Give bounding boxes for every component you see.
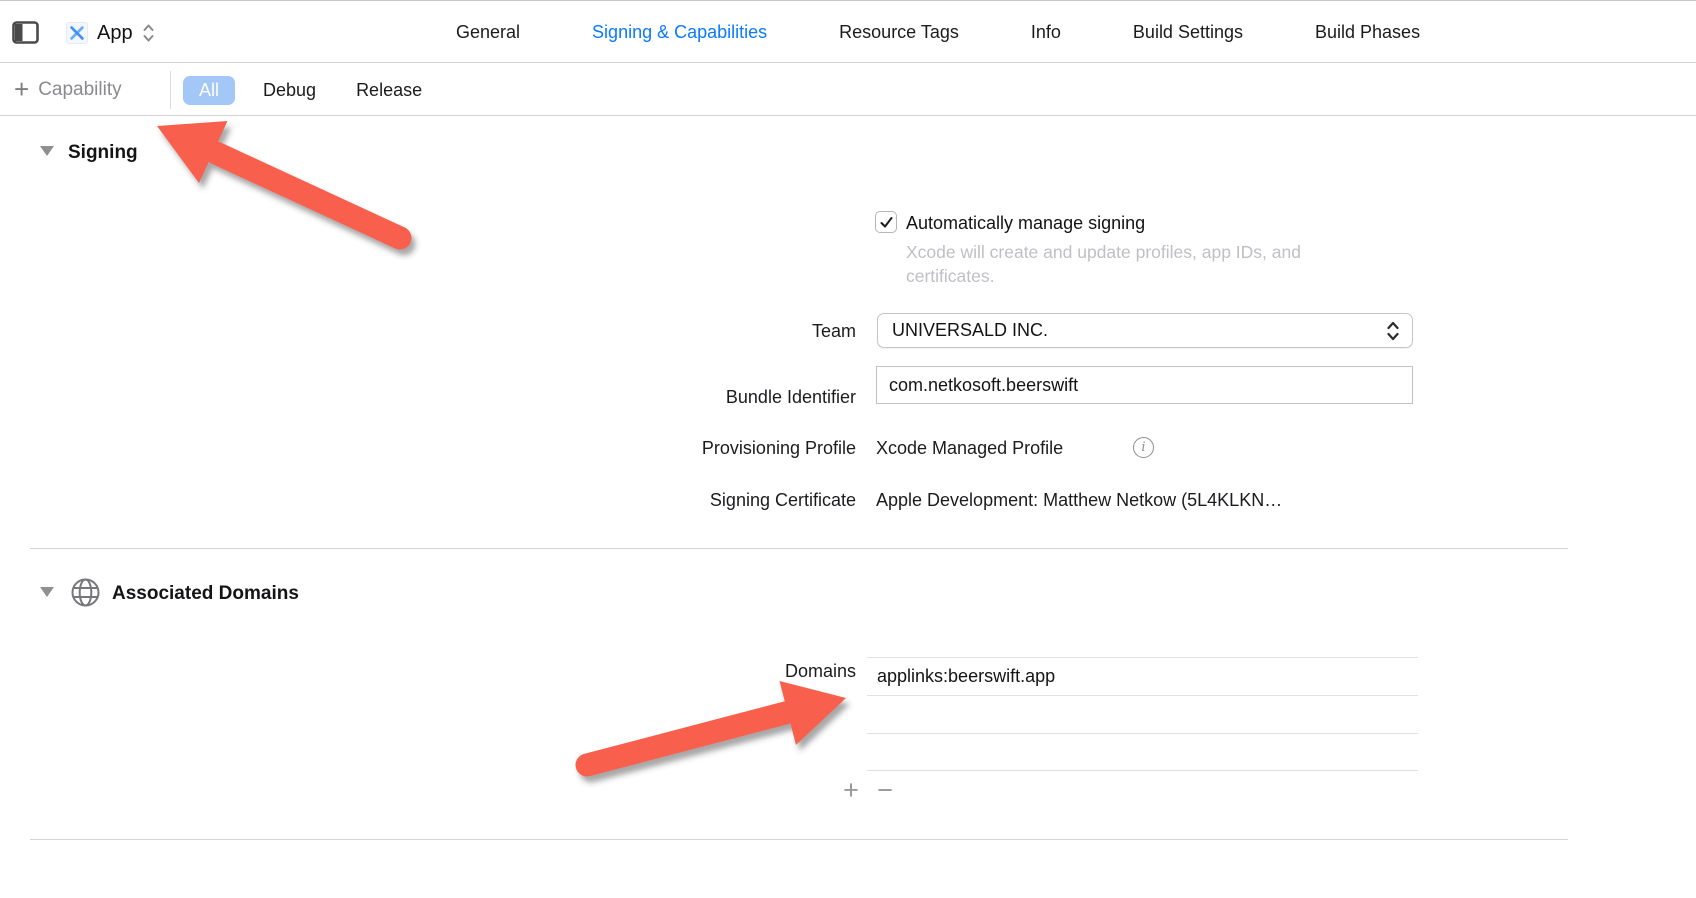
- signing-certificate-value: Apple Development: Matthew Netkow (5L4KL…: [876, 490, 1282, 511]
- filter-release[interactable]: Release: [344, 76, 434, 105]
- auto-manage-signing-checkbox[interactable]: [875, 211, 897, 233]
- tab-general[interactable]: General: [456, 22, 520, 43]
- add-capability-button[interactable]: + Capability: [14, 64, 122, 116]
- app-target-icon: [66, 22, 88, 44]
- team-value: UNIVERSALD INC.: [892, 320, 1386, 341]
- target-selector[interactable]: App: [66, 13, 155, 53]
- signing-section-title: Signing: [68, 142, 138, 164]
- bundle-identifier-label: Bundle Identifier: [560, 387, 856, 408]
- tab-info[interactable]: Info: [1031, 22, 1061, 43]
- auto-manage-signing-label: Automatically manage signing: [906, 213, 1145, 234]
- configuration-filter: All Debug Release: [183, 64, 434, 116]
- tab-build-phases[interactable]: Build Phases: [1315, 22, 1420, 43]
- filter-debug[interactable]: Debug: [251, 76, 328, 105]
- domains-label: Domains: [560, 661, 856, 682]
- team-label: Team: [560, 321, 856, 342]
- domain-row[interactable]: applinks:beerswift.app: [867, 657, 1418, 695]
- arrow-to-domains-field: [587, 711, 793, 765]
- plus-icon: +: [14, 76, 29, 102]
- info-icon[interactable]: i: [1133, 437, 1154, 458]
- editor-tabs: General Signing & Capabilities Resource …: [456, 1, 1420, 63]
- sidebar-toggle-icon[interactable]: [12, 21, 39, 44]
- associated-domains-section-title: Associated Domains: [112, 583, 299, 605]
- signing-certificate-label: Signing Certificate: [560, 490, 856, 511]
- tab-build-settings[interactable]: Build Settings: [1133, 22, 1243, 43]
- arrow-to-capability-button: [216, 153, 400, 238]
- provisioning-profile-value: Xcode Managed Profile: [876, 438, 1063, 459]
- associated-domains-disclosure-triangle[interactable]: [40, 587, 54, 597]
- add-domain-button[interactable]: +: [838, 777, 864, 803]
- add-capability-label: Capability: [38, 79, 121, 101]
- signing-disclosure-triangle[interactable]: [40, 146, 54, 156]
- target-name: App: [97, 22, 133, 45]
- bundle-identifier-input[interactable]: [889, 375, 1400, 396]
- chevron-up-down-icon: [1386, 319, 1400, 343]
- bundle-identifier-field[interactable]: [876, 366, 1413, 404]
- toolbar-divider: [170, 71, 171, 109]
- domain-row[interactable]: [867, 733, 1418, 771]
- globe-icon: [70, 577, 101, 613]
- tab-resource-tags[interactable]: Resource Tags: [839, 22, 959, 43]
- team-popup-button[interactable]: UNIVERSALD INC.: [877, 313, 1413, 348]
- section-divider: [30, 839, 1568, 840]
- remove-domain-button[interactable]: −: [872, 777, 898, 803]
- domain-row[interactable]: [867, 695, 1418, 733]
- auto-manage-signing-description: Xcode will create and update profiles, a…: [906, 240, 1356, 288]
- tab-signing-capabilities[interactable]: Signing & Capabilities: [592, 22, 767, 43]
- chevron-up-down-icon: [142, 22, 155, 44]
- section-divider: [30, 548, 1568, 549]
- capability-toolbar: + Capability All Debug Release: [0, 64, 1696, 116]
- xcode-signing-capabilities-pane: App General Signing & Capabilities Resou…: [0, 0, 1696, 898]
- filter-all[interactable]: All: [183, 76, 235, 105]
- provisioning-profile-label: Provisioning Profile: [560, 438, 856, 459]
- checkmark-icon: [879, 215, 894, 230]
- domains-table: applinks:beerswift.app: [867, 657, 1418, 771]
- project-editor-tab-bar: App General Signing & Capabilities Resou…: [0, 1, 1696, 63]
